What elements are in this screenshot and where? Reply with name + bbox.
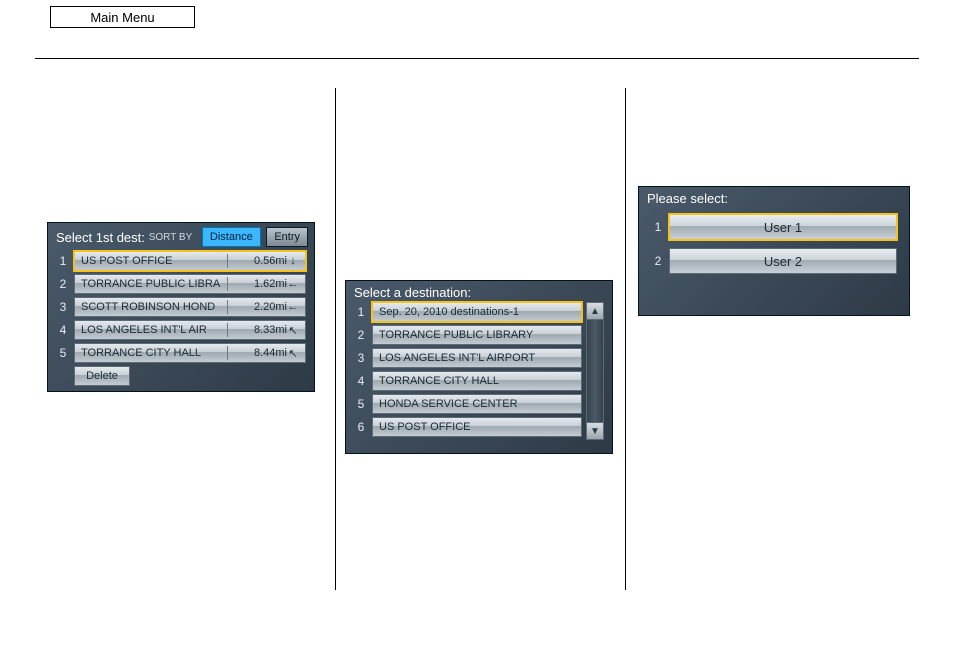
- user-option[interactable]: User 1: [669, 214, 897, 240]
- dest-name: Sep. 20, 2010 destinations-1: [379, 306, 575, 318]
- dest-name: HONDA SERVICE CENTER: [379, 398, 575, 410]
- screen-title: Select a destination:: [354, 285, 471, 300]
- direction-icon: ←: [287, 301, 299, 313]
- dest-distance: 8.33mi: [233, 324, 287, 336]
- dest-item[interactable]: TORRANCE PUBLIC LIBRARY: [372, 325, 582, 345]
- dest-distance: 0.56mi: [233, 255, 287, 267]
- dest-name: US POST OFFICE: [379, 421, 575, 433]
- sort-by-label: SORT BY: [149, 232, 193, 243]
- row-index: 4: [56, 323, 70, 337]
- row-index: 1: [354, 305, 368, 319]
- select-first-dest-screen: Select 1st dest: SORT BY Distance Entry …: [47, 222, 315, 392]
- sort-distance-button[interactable]: Distance: [202, 227, 261, 247]
- dest-name: LOS ANGELES INT'L AIR: [81, 324, 222, 336]
- main-menu-button[interactable]: Main Menu: [50, 6, 195, 28]
- row-index: 3: [354, 351, 368, 365]
- dest-item[interactable]: TORRANCE PUBLIC LIBRA 1.62mi ←: [74, 274, 306, 294]
- scroll-down-button[interactable]: ▼: [586, 422, 604, 440]
- dest-item[interactable]: US POST OFFICE: [372, 417, 582, 437]
- direction-icon: ↖: [287, 324, 299, 337]
- dest-item[interactable]: TORRANCE CITY HALL: [372, 371, 582, 391]
- row-index: 4: [354, 374, 368, 388]
- dest-distance: 2.20mi: [233, 301, 287, 313]
- screen-title: Select 1st dest:: [56, 230, 145, 245]
- user-label: User 2: [764, 254, 802, 269]
- row-index: 5: [56, 346, 70, 360]
- dest-name: LOS ANGELES INT'L AIRPORT: [379, 352, 575, 364]
- dest-item[interactable]: HONDA SERVICE CENTER: [372, 394, 582, 414]
- direction-icon: ↓: [287, 255, 299, 267]
- select-destination-screen: Select a destination: 1 Sep. 20, 2010 de…: [345, 280, 613, 454]
- divider: [227, 323, 228, 337]
- row-index: 5: [354, 397, 368, 411]
- column-divider: [335, 88, 336, 590]
- delete-button[interactable]: Delete: [74, 366, 130, 386]
- divider: [227, 277, 228, 291]
- row-index: 6: [354, 420, 368, 434]
- scroll-up-button[interactable]: ▲: [586, 302, 604, 320]
- row-index: 1: [651, 220, 665, 234]
- dest-item[interactable]: US POST OFFICE 0.56mi ↓: [74, 251, 306, 271]
- row-index: 1: [56, 254, 70, 268]
- dest-name: TORRANCE PUBLIC LIBRA: [81, 278, 222, 290]
- divider: [227, 300, 228, 314]
- dest-name: TORRANCE CITY HALL: [379, 375, 575, 387]
- dest-item[interactable]: LOS ANGELES INT'L AIR 8.33mi ↖: [74, 320, 306, 340]
- dest-name: TORRANCE PUBLIC LIBRARY: [379, 329, 575, 341]
- dest-item[interactable]: TORRANCE CITY HALL 8.44mi ↖: [74, 343, 306, 363]
- dest-item[interactable]: SCOTT ROBINSON HOND 2.20mi ←: [74, 297, 306, 317]
- row-index: 2: [354, 328, 368, 342]
- chevron-down-icon: ▼: [590, 426, 600, 437]
- row-index: 2: [651, 254, 665, 268]
- dest-name: US POST OFFICE: [81, 255, 222, 267]
- screen-title: Please select:: [647, 191, 728, 206]
- scrollbar-track[interactable]: [586, 320, 604, 422]
- dest-distance: 1.62mi: [233, 278, 287, 290]
- dest-distance: 8.44mi: [233, 347, 287, 359]
- row-index: 2: [56, 277, 70, 291]
- dest-name: SCOTT ROBINSON HOND: [81, 301, 222, 313]
- dest-name: TORRANCE CITY HALL: [81, 347, 222, 359]
- user-label: User 1: [764, 220, 802, 235]
- row-index: 3: [56, 300, 70, 314]
- user-option[interactable]: User 2: [669, 248, 897, 274]
- dest-item[interactable]: LOS ANGELES INT'L AIRPORT: [372, 348, 582, 368]
- divider: [35, 58, 919, 59]
- sort-entry-button[interactable]: Entry: [266, 227, 308, 247]
- divider: [227, 254, 228, 268]
- dest-item[interactable]: Sep. 20, 2010 destinations-1: [372, 302, 582, 322]
- divider: [227, 346, 228, 360]
- column-divider: [625, 88, 626, 590]
- chevron-up-icon: ▲: [590, 306, 600, 317]
- direction-icon: ↖: [287, 347, 299, 360]
- please-select-screen: Please select: 1 User 1 2 User 2: [638, 186, 910, 316]
- direction-icon: ←: [287, 278, 299, 290]
